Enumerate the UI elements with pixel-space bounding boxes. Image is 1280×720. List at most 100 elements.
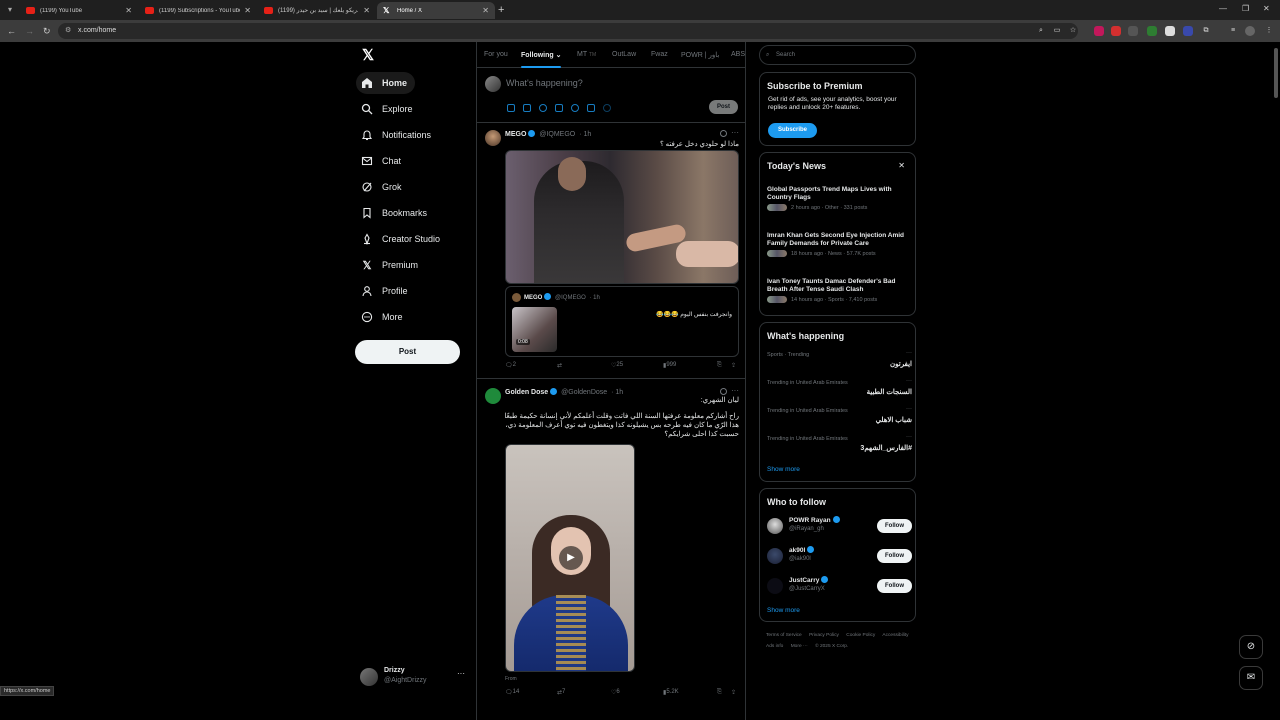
- like-button[interactable]: ♡ 25: [611, 362, 623, 369]
- show-more-link[interactable]: Show more: [767, 607, 800, 614]
- nav-creator-studio[interactable]: Creator Studio: [356, 228, 448, 250]
- browser-menu-icon[interactable]: ⋮: [1264, 26, 1274, 36]
- nav-home[interactable]: Home: [356, 72, 416, 94]
- scrollbar[interactable]: [1274, 48, 1278, 98]
- sidebar-icon[interactable]: ≡: [1228, 26, 1238, 36]
- post[interactable]: MEGO @IQMEGO · 1h ··· ماذا لو حلودي دخل …: [477, 126, 745, 378]
- bookmark-icon[interactable]: ⎘: [717, 689, 722, 696]
- follow-suggestion[interactable]: POWR Rayan @iRayan_gh Follow: [767, 515, 912, 539]
- quoted-post[interactable]: MEGO @IQMEGO · 1h 0:08 وانجرفت بنفس اليو…: [505, 286, 739, 357]
- footer-link[interactable]: Ads info: [766, 644, 783, 649]
- extension-icon[interactable]: [1111, 26, 1121, 36]
- nav-bookmarks[interactable]: Bookmarks: [356, 202, 435, 224]
- retweet-icon[interactable]: ⇄: [557, 362, 562, 369]
- nav-premium[interactable]: 𝕏 Premium: [356, 254, 426, 276]
- footer-link[interactable]: More ···: [791, 644, 808, 649]
- browser-tab-active[interactable]: 𝕏 Home / X ✕: [377, 2, 495, 19]
- tab-outlaw[interactable]: OutLaw: [612, 51, 636, 58]
- forward-icon[interactable]: →: [25, 25, 34, 37]
- share-icon[interactable]: ⇪: [731, 689, 736, 696]
- video-thumbnail[interactable]: [512, 307, 557, 352]
- nav-notifications[interactable]: Notifications: [356, 124, 439, 146]
- maximize-icon[interactable]: ❐: [1242, 4, 1249, 13]
- trend-item[interactable]: Trending in United Arab Emirates #الفارس…: [767, 434, 912, 452]
- subscribe-button[interactable]: Subscribe: [768, 123, 817, 138]
- gif-icon[interactable]: [523, 104, 531, 112]
- browser-tab[interactable]: (1199) ريكو يلعك | سيد بن حيدر... ✕: [258, 2, 376, 19]
- x-logo-icon[interactable]: 𝕏: [360, 48, 376, 64]
- close-icon[interactable]: ✕: [898, 161, 905, 170]
- search-input[interactable]: ⌕ Search: [759, 45, 916, 65]
- schedule-icon[interactable]: [587, 104, 595, 112]
- close-icon[interactable]: ✕: [482, 6, 489, 15]
- grok-icon[interactable]: [539, 104, 547, 112]
- nav-explore[interactable]: Explore: [356, 98, 421, 120]
- footer-link[interactable]: Accessibility: [882, 633, 908, 638]
- browser-tab[interactable]: (1199) YouTube ✕: [20, 2, 138, 19]
- grok-icon[interactable]: ⊘: [1239, 635, 1263, 659]
- close-icon[interactable]: ✕: [125, 6, 132, 15]
- bookmark-icon[interactable]: ⎘: [717, 362, 722, 369]
- extension-icon[interactable]: [1128, 26, 1138, 36]
- avatar[interactable]: [485, 130, 501, 146]
- footer-link[interactable]: Cookie Policy: [846, 633, 875, 638]
- tab-powr[interactable]: POWR | باور: [681, 51, 719, 59]
- account-switcher[interactable]: Drizzy @AightDrizzy ···: [358, 663, 468, 691]
- like-button[interactable]: ♡ 6: [611, 689, 620, 696]
- cast-icon[interactable]: ▭: [1052, 26, 1062, 36]
- more-icon[interactable]: ···: [731, 386, 739, 395]
- mail-icon[interactable]: ✉: [1239, 666, 1263, 690]
- reply-button[interactable]: 🗨 2: [505, 362, 516, 369]
- follow-suggestion[interactable]: ak90l @iak90l Follow: [767, 545, 912, 569]
- views-button[interactable]: ▮ 999: [663, 362, 676, 369]
- browser-tab[interactable]: (1199) Subscriptions - YouTube ✕: [139, 2, 257, 19]
- nav-chat[interactable]: Chat: [356, 150, 409, 172]
- zoom-icon[interactable]: ⌕: [1036, 26, 1046, 36]
- avatar[interactable]: [485, 388, 501, 404]
- trend-item[interactable]: Trending in United Arab Emirates السنجات…: [767, 378, 912, 396]
- puzzle-icon[interactable]: ⧉: [1201, 26, 1211, 36]
- follow-button[interactable]: Follow: [877, 519, 912, 533]
- play-icon[interactable]: ▶: [559, 546, 583, 570]
- emoji-icon[interactable]: [571, 104, 579, 112]
- grok-icon[interactable]: [720, 388, 727, 395]
- new-tab-icon[interactable]: +: [498, 4, 504, 16]
- news-item[interactable]: Ivan Toney Taunts Damac Defender's Bad B…: [767, 278, 912, 303]
- video-source[interactable]: From: [505, 676, 517, 682]
- follow-suggestion[interactable]: JustCarry @JustCarryX Follow: [767, 575, 912, 599]
- tab-abs[interactable]: ABS: [731, 51, 745, 58]
- extension-icon[interactable]: [1147, 26, 1157, 36]
- grok-icon[interactable]: [720, 130, 727, 137]
- more-icon[interactable]: ···: [731, 128, 739, 137]
- trend-item[interactable]: Trending in United Arab Emirates شباب ال…: [767, 406, 912, 424]
- close-icon[interactable]: ✕: [363, 6, 370, 15]
- poll-icon[interactable]: [555, 104, 563, 112]
- site-info-icon[interactable]: ⚙: [65, 23, 71, 39]
- window-close-icon[interactable]: ✕: [1263, 4, 1270, 13]
- close-icon[interactable]: ✕: [244, 6, 251, 15]
- back-icon[interactable]: ←: [7, 25, 16, 37]
- profile-avatar[interactable]: [1245, 26, 1255, 36]
- nav-profile[interactable]: Profile: [356, 280, 416, 302]
- nav-more[interactable]: More: [356, 306, 411, 328]
- share-icon[interactable]: ⇪: [731, 362, 736, 369]
- minimize-icon[interactable]: —: [1219, 4, 1227, 13]
- nav-grok[interactable]: Grok: [356, 176, 410, 198]
- follow-button[interactable]: Follow: [877, 579, 912, 593]
- tab-following[interactable]: Following ⌄: [521, 51, 562, 59]
- news-item[interactable]: Imran Khan Gets Second Eye Injection Ami…: [767, 232, 912, 257]
- follow-button[interactable]: Follow: [877, 549, 912, 563]
- trend-item[interactable]: Sports · Trending ايفرتون ···: [767, 350, 912, 368]
- tab-fwaz[interactable]: Fwaz: [651, 51, 668, 58]
- star-icon[interactable]: ☆: [1068, 26, 1078, 36]
- location-icon[interactable]: [603, 104, 611, 112]
- post-button[interactable]: Post: [355, 340, 460, 364]
- extension-icon[interactable]: [1183, 26, 1193, 36]
- more-icon[interactable]: ···: [906, 406, 912, 412]
- reply-button[interactable]: 🗨 14: [505, 689, 519, 696]
- tab-search-icon[interactable]: ▾: [4, 4, 16, 16]
- retweet-button[interactable]: ⇄ 7: [557, 689, 565, 696]
- post-author[interactable]: MEGO @IQMEGO · 1h: [505, 130, 591, 138]
- compose-post-button[interactable]: Post: [709, 100, 738, 114]
- more-icon[interactable]: ···: [906, 378, 912, 384]
